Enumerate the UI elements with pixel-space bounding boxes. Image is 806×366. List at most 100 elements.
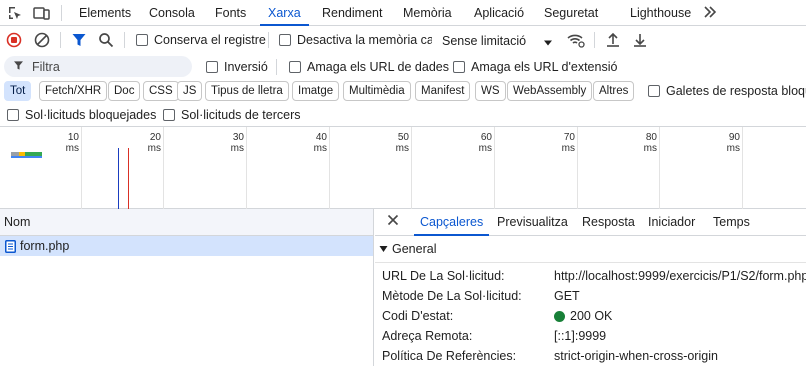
export-har-icon[interactable]	[632, 31, 648, 52]
timeline-tick-label: 10 ms	[65, 132, 79, 154]
request-details-panel: Capçaleres Previsualitza Resposta Inicia…	[375, 209, 806, 366]
request-filter-row: Sol·licituds bloquejades Sol·licituds de…	[0, 105, 806, 127]
chip-manifest[interactable]: Manifest	[415, 81, 471, 101]
hide-data-urls-checkbox[interactable]	[289, 61, 301, 73]
status-dot-icon	[554, 310, 565, 322]
divider	[276, 59, 277, 75]
status-text: 200 OK	[570, 309, 613, 323]
search-icon[interactable]	[98, 32, 114, 51]
tab-timing[interactable]: Temps	[713, 209, 750, 236]
timeline-tick-label: 20 ms	[147, 132, 161, 154]
tab-console[interactable]: Consola	[149, 0, 195, 26]
tab-lighthouse[interactable]: Lighthouse	[630, 0, 691, 26]
preserve-log-label: Conserva el registre	[154, 33, 266, 47]
document-icon	[5, 239, 16, 253]
import-har-icon[interactable]	[605, 31, 621, 52]
field-key: Mètode De La Sol·licitud:	[382, 289, 522, 303]
field-value: GET	[554, 289, 580, 303]
tab-network[interactable]: Xarxa	[260, 0, 309, 26]
filter-input-box[interactable]	[4, 56, 192, 77]
field-key: Codi D'estat:	[382, 309, 454, 323]
chip-media[interactable]: Multimèdia	[343, 81, 411, 101]
timeline-gridline	[163, 127, 164, 209]
timeline-gridline	[577, 127, 578, 209]
inspect-element-icon[interactable]	[3, 0, 27, 26]
tab-performance[interactable]: Rendiment	[322, 0, 382, 26]
tab-preview[interactable]: Previsualitza	[497, 209, 568, 236]
tab-elements[interactable]: Elements	[79, 0, 131, 26]
hide-extension-urls-label: Amaga els URL d'extensió	[471, 60, 618, 74]
field-value: http://localhost:9999/exercicis/P1/S2/fo…	[554, 269, 806, 283]
throttling-select[interactable]: Sense limitació	[442, 33, 526, 49]
third-party-requests-label: Sol·licituds de tercers	[181, 108, 301, 122]
third-party-requests-checkbox[interactable]	[163, 109, 175, 121]
load-event-line	[128, 148, 129, 209]
clear-icon[interactable]	[34, 32, 50, 51]
timeline-tick-label: 90 ms	[726, 132, 740, 154]
timeline-gridline	[246, 127, 247, 209]
divider	[60, 32, 61, 48]
divider	[124, 32, 125, 48]
field-value-status: 200 OK	[554, 306, 612, 326]
chip-js[interactable]: JS	[177, 81, 203, 101]
timeline-gridline	[659, 127, 660, 209]
chevron-down-icon[interactable]	[543, 36, 553, 50]
general-section-header[interactable]: General	[375, 236, 806, 263]
field-key: Política De Referències:	[382, 349, 517, 363]
blocked-cookies-checkbox[interactable]	[648, 85, 660, 97]
chip-fetch-xhr[interactable]: Fetch/XHR	[39, 81, 108, 101]
record-stop-icon[interactable]	[6, 32, 22, 51]
device-toolbar-icon[interactable]	[30, 0, 54, 26]
network-conditions-icon[interactable]	[566, 31, 586, 52]
preserve-log-checkbox[interactable]	[136, 34, 148, 46]
dom-content-loaded-line	[118, 148, 119, 209]
table-row[interactable]: form.php	[0, 236, 373, 256]
tab-initiator[interactable]: Iniciador	[648, 209, 695, 236]
close-icon[interactable]	[387, 214, 399, 229]
timeline-tick-label: 30 ms	[230, 132, 244, 154]
chip-css[interactable]: CSS	[143, 81, 179, 101]
chip-all[interactable]: Tot	[4, 81, 32, 101]
field-value: strict-origin-when-cross-origin	[554, 349, 718, 363]
tab-application[interactable]: Aplicació	[474, 0, 524, 26]
blocked-requests-checkbox[interactable]	[7, 109, 19, 121]
network-overview-timeline[interactable]: 10 ms 20 ms 30 ms 40 ms 50 ms 60 ms 70 m…	[0, 127, 806, 209]
column-header-name[interactable]: Nom	[0, 209, 373, 236]
chip-webassembly[interactable]: WebAssembly	[507, 81, 593, 101]
tab-sources[interactable]: Fonts	[215, 0, 246, 26]
invert-label: Inversió	[224, 60, 268, 74]
timeline-gridline	[411, 127, 412, 209]
tab-security[interactable]: Seguretat	[544, 0, 598, 26]
timeline-gridline	[494, 127, 495, 209]
throttling-value: Sense limitació	[442, 34, 527, 48]
header-field-request-method: Mètode De La Sol·licitud: GET	[375, 286, 806, 306]
resource-type-filter: Tot Fetch/XHR Doc CSS JS Tipus de lletra…	[0, 80, 806, 102]
divider	[61, 5, 62, 21]
divider	[268, 32, 269, 48]
chip-other[interactable]: Altres	[593, 81, 635, 101]
chip-font[interactable]: Tipus de lletra	[205, 81, 289, 101]
filter-input[interactable]	[32, 59, 182, 74]
disable-cache-checkbox[interactable]	[279, 34, 291, 46]
tab-response[interactable]: Resposta	[582, 209, 635, 236]
general-section-title: General	[392, 242, 437, 256]
blocked-requests-label: Sol·licituds bloquejades	[25, 108, 157, 122]
chip-doc[interactable]: Doc	[108, 81, 141, 101]
tab-headers[interactable]: Capçaleres	[413, 209, 490, 236]
hide-data-urls-label: Amaga els URL de dades	[307, 60, 449, 74]
header-field-request-url: URL De La Sol·licitud: http://localhost:…	[375, 266, 806, 286]
chip-ws[interactable]: WS	[475, 81, 506, 101]
tab-memory[interactable]: Memòria	[403, 0, 452, 26]
hide-extension-urls-checkbox[interactable]	[453, 61, 465, 73]
timeline-gridline	[329, 127, 330, 209]
filter-row: Inversió Amaga els URL de dades Amaga el…	[0, 54, 806, 80]
invert-checkbox[interactable]	[206, 61, 218, 73]
network-lower-area: Nom form.php Capçaleres Previsualitza Re…	[0, 209, 806, 366]
timeline-tick-label: 40 ms	[313, 132, 327, 154]
timeline-tick-label: 60 ms	[478, 132, 492, 154]
disable-cache-label: Desactiva la memòria cau	[297, 33, 432, 47]
chip-image[interactable]: Imatge	[292, 81, 340, 101]
double-chevron-right-icon[interactable]	[702, 4, 718, 23]
filter-icon[interactable]	[71, 32, 87, 51]
field-value: [::1]:9999	[554, 329, 607, 343]
